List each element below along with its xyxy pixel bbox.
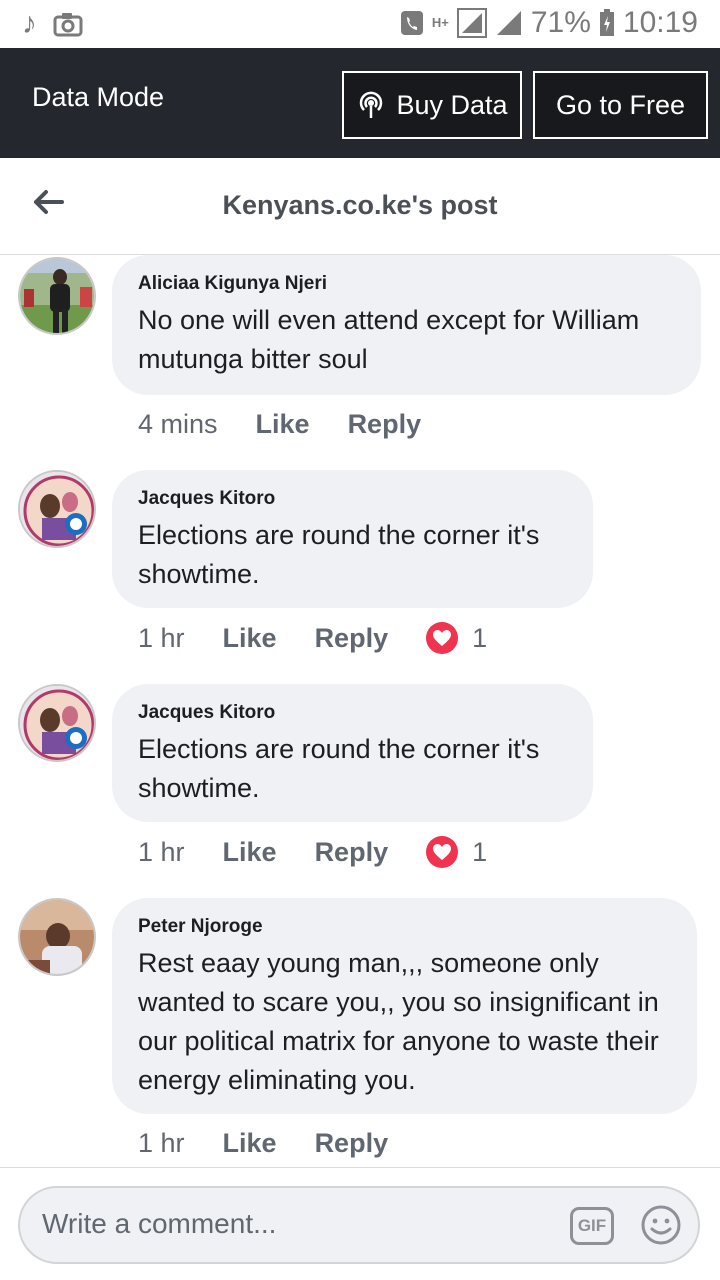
camera-icon [53,13,83,37]
battery-percent: 71% [530,6,591,39]
comment-author[interactable]: Peter Njoroge [138,916,671,938]
love-reaction-icon [426,622,459,654]
reaction-count: 1 [472,622,488,653]
reaction-count: 1 [472,836,488,867]
gif-button[interactable]: GIF [570,1207,614,1245]
emoji-icon[interactable] [640,1204,682,1246]
reply-button[interactable]: Reply [315,837,389,868]
comment-text: Elections are round the corner it's show… [138,734,540,803]
signal-sim2-icon [496,11,521,35]
like-button[interactable]: Like [223,837,277,868]
reaction-summary[interactable]: 1 [426,622,487,654]
reply-button[interactable]: Reply [315,1128,389,1159]
avatar[interactable] [18,898,96,976]
comment-author[interactable]: Aliciaa Kigunya Njeri [138,273,675,295]
buy-data-button[interactable]: Buy Data [342,71,522,139]
comment-list[interactable]: Aliciaa Kigunya Njeri No one will even a… [0,255,720,1167]
comment-text: Elections are round the corner it's show… [138,520,540,589]
reaction-summary[interactable]: 1 [426,836,487,868]
post-header: Kenyans.co.ke's post [0,158,720,255]
buy-data-label: Buy Data [396,89,508,120]
comment-time: 1 hr [138,1128,185,1158]
avatar[interactable] [18,257,96,335]
love-reaction-icon [426,836,459,868]
comment-input-placeholder: Write a comment... [42,1208,277,1239]
comment-bubble[interactable]: Jacques Kitoro Elections are round the c… [112,470,593,608]
avatar[interactable] [18,684,96,762]
comment-bubble[interactable]: Peter Njoroge Rest eaay young man,,, som… [112,898,697,1114]
reply-button[interactable]: Reply [348,409,422,440]
avatar[interactable] [18,470,96,548]
signal-sim1-icon [456,8,487,38]
comment-time: 1 hr [138,622,185,653]
go-to-free-label: Go to Free [555,89,686,120]
comment-author[interactable]: Jacques Kitoro [138,702,567,724]
music-note-icon: ♪ [22,7,37,40]
like-button[interactable]: Like [256,409,310,440]
status-bar: ♪ H+ 71% 10:19 [0,0,720,48]
like-button[interactable]: Like [223,1128,277,1159]
broadcast-icon [360,91,383,118]
battery-icon [599,9,614,36]
go-to-free-button[interactable]: Go to Free [533,71,708,139]
page-title: Kenyans.co.ke's post [222,190,498,220]
wifi-call-icon [400,11,423,35]
reply-button[interactable]: Reply [315,623,389,654]
clock: 10:19 [622,6,698,39]
comment-author[interactable]: Jacques Kitoro [138,488,567,510]
network-type: H+ [431,15,449,30]
comment-time: 1 hr [138,836,185,867]
comment-bubble[interactable]: Jacques Kitoro Elections are round the c… [112,684,593,822]
comment-bubble[interactable]: Aliciaa Kigunya Njeri No one will even a… [112,255,701,395]
comment-time: 4 mins [138,409,218,439]
data-mode-bar: Data Mode Buy Data Go to Free [0,48,720,158]
comment-composer: Write a comment... GIF [0,1167,720,1280]
comment-input[interactable]: Write a comment... GIF [18,1186,700,1264]
comment-actions: 4 mins Like Reply [138,409,459,440]
like-button[interactable]: Like [223,623,277,654]
data-mode-label: Data Mode [32,82,165,112]
comment-text: Rest eaay young man,,, someone only want… [138,948,659,1095]
comment-text: No one will even attend except for Willi… [138,305,640,374]
comment-actions: 1 hr Like Reply 1 [138,836,487,868]
comment-actions: 1 hr Like Reply [138,1128,426,1159]
comment-actions: 1 hr Like Reply 1 [138,622,487,654]
